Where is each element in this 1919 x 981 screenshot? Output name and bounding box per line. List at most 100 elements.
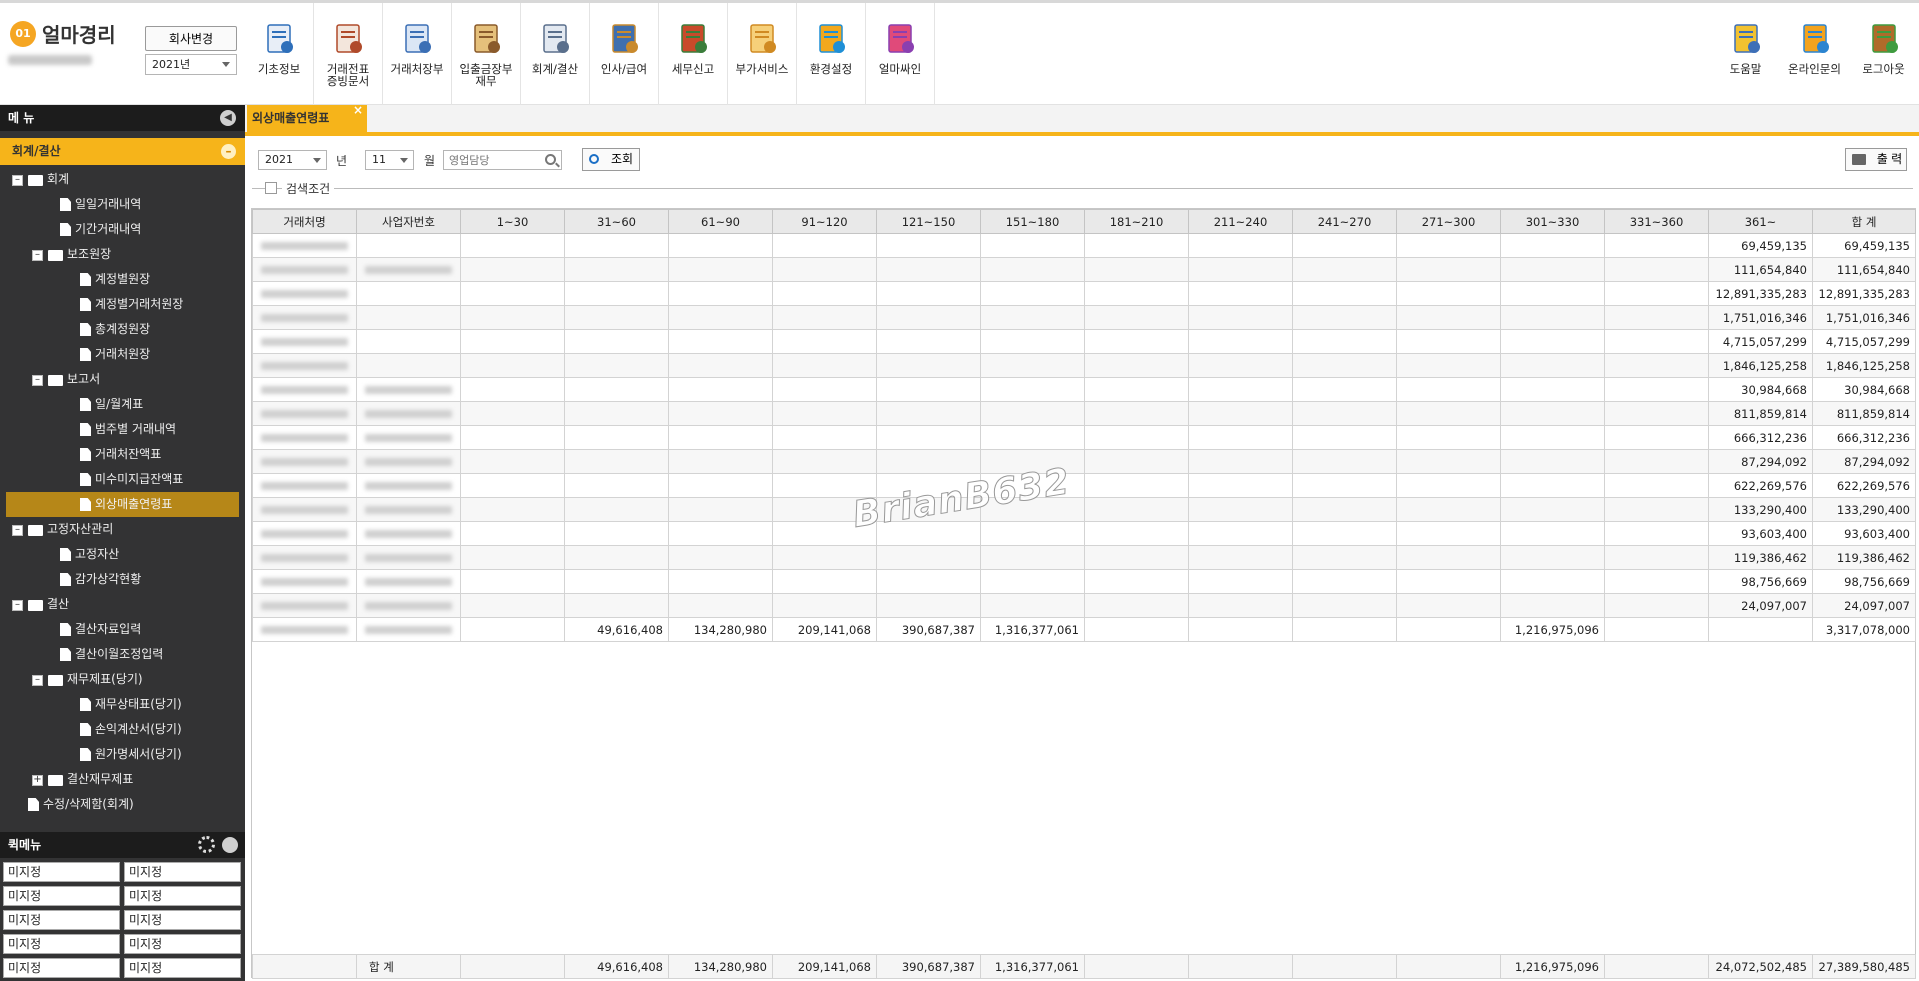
collapse-toggle-icon[interactable]: – <box>12 525 23 536</box>
column-header[interactable]: 사업자번호 <box>356 209 461 234</box>
print-button[interactable]: 출 력 <box>1845 148 1907 171</box>
company-change-button[interactable]: 회사변경 <box>145 26 237 51</box>
column-header[interactable]: 211~240 <box>1188 209 1293 234</box>
quick-menu-slot[interactable]: 미지정 <box>3 958 120 978</box>
quick-menu-slot[interactable]: 미지정 <box>3 862 120 882</box>
search-icon[interactable] <box>545 154 556 165</box>
column-header[interactable]: 121~150 <box>876 209 981 234</box>
nav-item-sign[interactable]: 얼마싸인 <box>866 3 935 107</box>
nav-item-basic-info[interactable]: 기초정보 <box>245 3 314 107</box>
table-row[interactable]: 111,654,840 111,654,840 <box>252 257 1916 282</box>
tab-receivable-aging[interactable]: 외상매출연령표 × <box>247 103 367 132</box>
column-header[interactable]: 91~120 <box>772 209 877 234</box>
menu-item[interactable]: 원가명세서(당기) <box>0 742 245 767</box>
quick-menu-slot[interactable]: 미지정 <box>3 934 120 954</box>
minus-circle-icon[interactable]: – <box>221 144 236 159</box>
nav-item-bank[interactable]: 부가서비스 <box>728 3 797 107</box>
collapse-toggle-icon[interactable]: – <box>12 175 23 186</box>
menu-item[interactable]: + 결산재무제표 <box>0 767 245 792</box>
menu-item[interactable]: 범주별 거래내역 <box>0 417 245 442</box>
menu-item[interactable]: 일/월계표 <box>0 392 245 417</box>
table-row[interactable]: 24,097,007 24,097,007 <box>252 593 1916 618</box>
column-header[interactable]: 271~300 <box>1396 209 1501 234</box>
menu-item[interactable]: 일일거래내역 <box>0 192 245 217</box>
menu-item[interactable]: 결산자료입력 <box>0 617 245 642</box>
menu-item[interactable]: 재무상태표(당기) <box>0 692 245 717</box>
table-row[interactable]: 30,984,668 30,984,668 <box>252 377 1916 402</box>
menu-item[interactable]: – 보조원장 <box>0 242 245 267</box>
table-row[interactable]: 811,859,814 811,859,814 <box>252 401 1916 426</box>
table-row[interactable]: 666,312,236 666,312,236 <box>252 425 1916 450</box>
menu-item[interactable]: – 결산 <box>0 592 245 617</box>
expand-toggle-icon[interactable]: + <box>32 775 43 786</box>
column-header[interactable]: 합 계 <box>1812 209 1916 234</box>
nav-item-accounting[interactable]: 회계/결산 <box>521 3 590 107</box>
menu-item[interactable]: – 고정자산관리 <box>0 517 245 542</box>
menu-item[interactable]: – 회계 <box>0 167 245 192</box>
column-header[interactable]: 151~180 <box>980 209 1085 234</box>
menu-item[interactable]: 미수미지급잔액표 <box>0 467 245 492</box>
menu-item[interactable]: 고정자산 <box>0 542 245 567</box>
table-row[interactable]: 98,756,669 98,756,669 <box>252 569 1916 594</box>
menu-item[interactable]: 손익계산서(당기) <box>0 717 245 742</box>
table-row[interactable]: 4,715,057,299 4,715,057,299 <box>252 329 1916 354</box>
quick-menu-slot[interactable]: 미지정 <box>3 910 120 930</box>
menu-item[interactable]: 거래처잔액표 <box>0 442 245 467</box>
table-row[interactable]: 1,751,016,346 1,751,016,346 <box>252 305 1916 330</box>
collapse-sidebar-icon[interactable]: ◀ <box>220 110 236 126</box>
menu-item[interactable]: 외상매출연령표 <box>6 492 239 517</box>
quick-menu-slot[interactable]: 미지정 <box>124 910 241 930</box>
nav-item-gears[interactable]: 환경설정 <box>797 3 866 107</box>
menu-item[interactable]: 총계정원장 <box>0 317 245 342</box>
menu-item[interactable]: 기간거래내역 <box>0 217 245 242</box>
chevron-down-icon[interactable] <box>222 837 238 853</box>
quick-menu-slot[interactable]: 미지정 <box>124 886 241 906</box>
collapse-toggle-icon[interactable]: – <box>12 600 23 611</box>
table-row[interactable]: 12,891,335,283 12,891,335,283 <box>252 281 1916 306</box>
nav-item-money-bag[interactable]: 입출금장부 재무 <box>452 3 521 107</box>
year-select[interactable]: 2021 <box>258 150 327 170</box>
table-row[interactable]: 49,616,408 134,280,980 209,141,068 390,687,… <box>252 617 1916 642</box>
table-row[interactable]: 69,459,135 69,459,135 <box>252 233 1916 258</box>
column-header[interactable]: 331~360 <box>1604 209 1709 234</box>
quick-menu-slot[interactable]: 미지정 <box>124 958 241 978</box>
table-row[interactable]: 1,846,125,258 1,846,125,258 <box>252 353 1916 378</box>
quick-menu-slot[interactable]: 미지정 <box>3 886 120 906</box>
collapse-toggle-icon[interactable]: – <box>32 250 43 261</box>
util-item-online-support[interactable]: 온라인문의 <box>1780 3 1849 107</box>
nav-item-voucher[interactable]: 거래전표 증빙문서 <box>314 3 383 107</box>
column-header[interactable]: 61~90 <box>668 209 773 234</box>
month-select[interactable]: 11 <box>365 150 414 170</box>
condition-checkbox[interactable] <box>265 182 277 194</box>
column-header[interactable]: 301~330 <box>1500 209 1605 234</box>
menu-item[interactable]: 수정/삭제함(회계) <box>0 792 245 817</box>
menu-item[interactable]: 결산이월조정입력 <box>0 642 245 667</box>
menu-item[interactable]: 계정별원장 <box>0 267 245 292</box>
column-header[interactable]: 1~30 <box>460 209 565 234</box>
table-row[interactable]: 87,294,092 87,294,092 <box>252 449 1916 474</box>
column-header[interactable]: 31~60 <box>564 209 669 234</box>
menu-item[interactable]: 계정별거래처원장 <box>0 292 245 317</box>
column-header[interactable]: 181~210 <box>1084 209 1189 234</box>
menu-item[interactable]: 거래처원장 <box>0 342 245 367</box>
column-header[interactable]: 361~ <box>1708 209 1813 234</box>
quick-menu-slot[interactable]: 미지정 <box>124 862 241 882</box>
quick-menu-slot[interactable]: 미지정 <box>124 934 241 954</box>
menu-item[interactable]: – 보고서 <box>0 367 245 392</box>
table-row[interactable]: 119,386,462 119,386,462 <box>252 545 1916 570</box>
table-row[interactable]: 93,603,400 93,603,400 <box>252 521 1916 546</box>
column-header[interactable]: 241~270 <box>1292 209 1397 234</box>
collapse-toggle-icon[interactable]: – <box>32 675 43 686</box>
close-icon[interactable]: × <box>353 97 363 123</box>
menu-item[interactable]: – 재무제표(당기) <box>0 667 245 692</box>
query-button[interactable]: 조회 <box>582 148 640 171</box>
section-accounting[interactable]: 회계/결산 – <box>0 138 245 165</box>
collapse-toggle-icon[interactable]: – <box>32 375 43 386</box>
fiscal-year-select[interactable]: 2021년 <box>145 54 237 75</box>
nav-item-hr[interactable]: 인사/급여 <box>590 3 659 107</box>
table-row[interactable]: 622,269,576 622,269,576 <box>252 473 1916 498</box>
nav-item-tax[interactable]: 세무신고 <box>659 3 728 107</box>
nav-item-ledger[interactable]: 거래처장부 <box>383 3 452 107</box>
util-item-help-book[interactable]: 도움말 <box>1711 3 1780 107</box>
util-item-logout[interactable]: 로그아웃 <box>1849 3 1918 107</box>
